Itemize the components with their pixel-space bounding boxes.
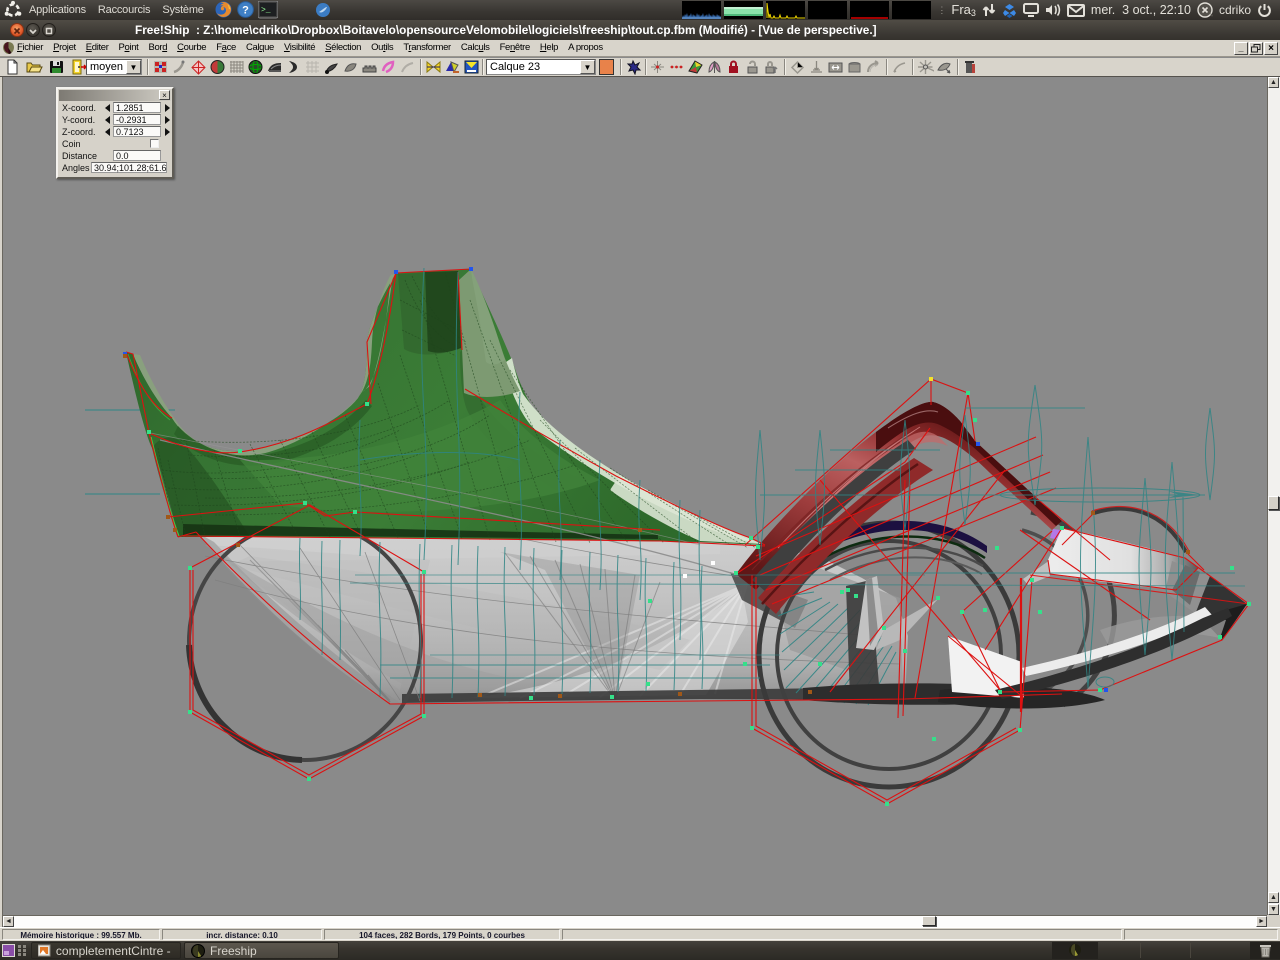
svg-text:?: ?	[242, 5, 249, 17]
svg-text:>_: >_	[261, 6, 271, 15]
